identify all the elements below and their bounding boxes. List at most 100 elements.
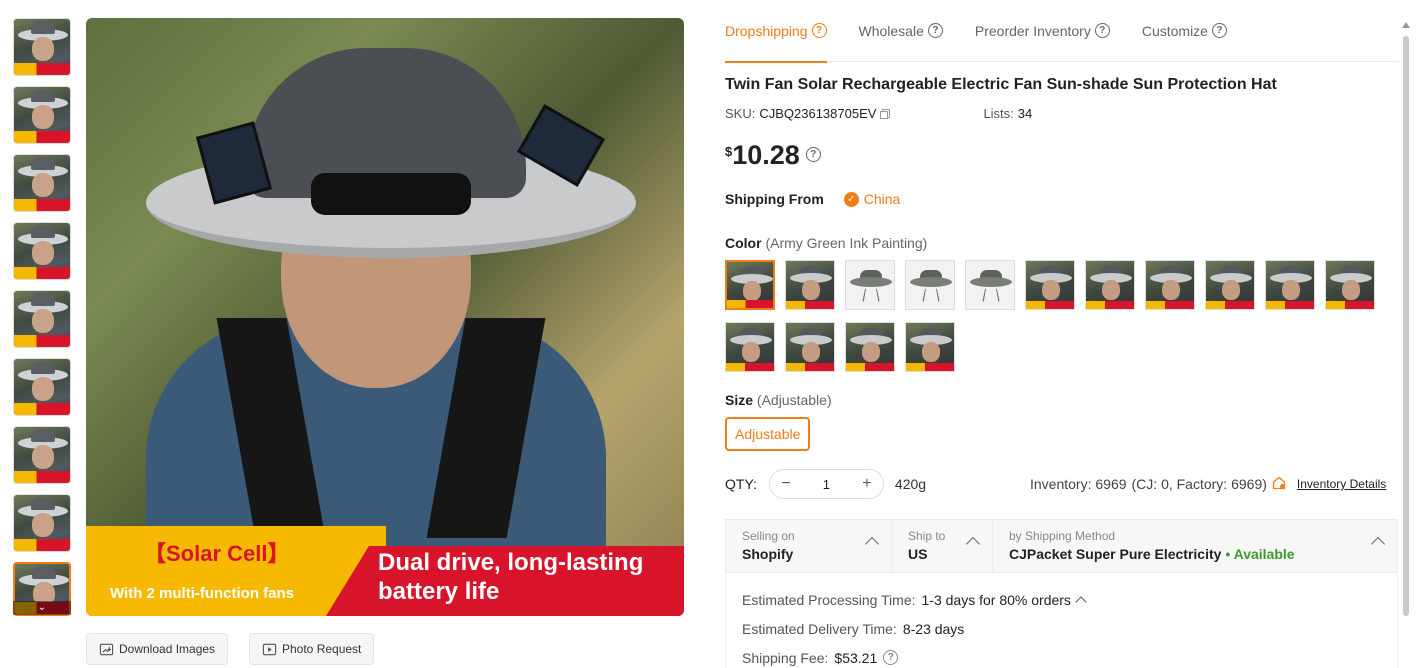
tab-customize[interactable]: Customize ?: [1142, 0, 1227, 62]
processing-time-row: Estimated Processing Time: 1-3 days for …: [742, 585, 1381, 614]
swatch-strip: [726, 363, 774, 371]
price-value: 10.28: [732, 140, 800, 170]
thumbnail-face: [32, 37, 54, 61]
swatch-cord: [862, 288, 880, 302]
size-selected: (Adjustable): [756, 392, 832, 408]
thumbnail[interactable]: [13, 222, 71, 280]
thumbnail-strip: [14, 539, 70, 551]
thumbnail-crown: [31, 498, 55, 510]
sku-value: CJBQ236138705EV: [759, 106, 877, 121]
thumbnail-crown: [31, 158, 55, 170]
price: $ 10.28 ?: [725, 140, 821, 171]
thumbnail[interactable]: [13, 154, 71, 212]
download-images-button[interactable]: Download Images: [86, 633, 229, 665]
color-swatch[interactable]: [965, 260, 1015, 310]
thumbnail-crown: [31, 90, 55, 102]
warehouse-icon: [1272, 476, 1286, 493]
image-sunglasses: [311, 173, 471, 215]
swatch-strip: [1146, 301, 1194, 309]
processing-time-label: Estimated Processing Time:: [742, 591, 916, 608]
thumbnail[interactable]: [13, 426, 71, 484]
color-swatch[interactable]: [785, 260, 835, 310]
color-swatch[interactable]: [905, 260, 955, 310]
inventory-details-link[interactable]: Inventory Details: [1297, 477, 1386, 491]
sku-row: SKU: CJBQ236138705EV Lists: 34: [725, 106, 1032, 121]
size-label: Size: [725, 392, 754, 408]
delivery-time-value: 8-23 days: [902, 620, 965, 637]
help-icon[interactable]: ?: [1094, 23, 1110, 38]
color-swatch[interactable]: [1205, 260, 1255, 310]
swatch-face: [742, 342, 760, 362]
shipping-country-option[interactable]: ✓ China: [843, 191, 900, 207]
help-icon[interactable]: ?: [927, 23, 943, 38]
color-swatch[interactable]: [725, 260, 775, 310]
thumbnail[interactable]: [13, 290, 71, 348]
scroll-up-arrow[interactable]: [1402, 22, 1410, 28]
color-row: Color (Army Green Ink Painting): [725, 235, 927, 251]
color-swatch[interactable]: [1085, 260, 1135, 310]
thumbnail-face: [32, 241, 54, 265]
size-option-adjustable[interactable]: Adjustable: [725, 417, 811, 451]
shipping-estimates: Estimated Processing Time: 1-3 days for …: [726, 573, 1397, 668]
tab-label: Customize: [1141, 22, 1208, 39]
swatch-hat: [910, 277, 952, 287]
thumbnail-strip: [14, 63, 70, 75]
chevron-down-icon[interactable]: ⌄: [13, 601, 71, 615]
color-swatch[interactable]: [1265, 260, 1315, 310]
shipping-from-row: Shipping From ✓ China: [725, 191, 900, 207]
delivery-time-row: Estimated Delivery Time: 8-23 days: [742, 614, 1381, 643]
color-swatch[interactable]: [905, 322, 955, 372]
increment-button[interactable]: +: [861, 475, 873, 493]
shipping-method-select[interactable]: by Shipping Method CJPacket Super Pure E…: [993, 520, 1397, 572]
thumbnail-crown: [32, 567, 56, 579]
help-icon[interactable]: ?: [1211, 23, 1227, 38]
color-swatch[interactable]: [785, 322, 835, 372]
color-swatch[interactable]: [1145, 260, 1195, 310]
color-swatch[interactable]: [845, 260, 895, 310]
help-icon[interactable]: ?: [883, 650, 899, 665]
thumbnail-strip: [14, 403, 70, 415]
copy-icon[interactable]: [879, 106, 891, 121]
swatch-face: [802, 342, 820, 362]
thumbnail[interactable]: [13, 358, 71, 416]
lists-label: Lists:: [983, 106, 1014, 121]
swatch-face: [922, 342, 940, 362]
color-swatch[interactable]: [725, 322, 775, 372]
price-currency: $: [725, 144, 733, 159]
tab-wholesale[interactable]: Wholesale ?: [859, 0, 943, 62]
quantity-input[interactable]: 1: [823, 477, 830, 492]
swatch-strip: [1266, 301, 1314, 309]
thumbnail[interactable]: [13, 18, 71, 76]
photo-request-button[interactable]: Photo Request: [249, 633, 375, 665]
thumbnail-strip: [14, 131, 70, 143]
help-icon[interactable]: ?: [805, 147, 821, 162]
swatch-face: [1342, 280, 1360, 300]
help-icon[interactable]: ?: [811, 23, 827, 38]
chevron-up-icon[interactable]: [1075, 595, 1087, 608]
banner-title: 【Solar Cell】: [144, 541, 290, 566]
swatch-strip: [727, 300, 773, 308]
color-swatches: [725, 260, 1385, 372]
swatch-face: [1222, 280, 1240, 300]
ship-to-select[interactable]: Ship to US: [892, 520, 993, 572]
color-swatch[interactable]: [1025, 260, 1075, 310]
inventory-info: Inventory: 6969 (CJ: 0, Factory: 6969) I…: [1030, 476, 1386, 493]
thumbnail-crown: [31, 430, 55, 442]
thumbnail-face: [32, 105, 54, 129]
thumbnail-strip: [14, 335, 70, 347]
thumbnail[interactable]: [13, 494, 71, 552]
scrollbar[interactable]: [1403, 36, 1409, 616]
tab-dropshipping[interactable]: Dropshipping ?: [725, 0, 827, 63]
selling-on-label: Selling on: [742, 529, 795, 543]
color-swatch[interactable]: [845, 322, 895, 372]
selling-on-select[interactable]: Selling on Shopify: [726, 520, 892, 572]
inventory-breakdown: (CJ: 0, Factory: 6969): [1131, 476, 1267, 492]
swatch-strip: [786, 363, 834, 371]
decrement-button[interactable]: −: [780, 475, 792, 493]
download-image-icon: [99, 643, 114, 655]
swatch-face: [743, 281, 761, 301]
tab-preorder-inventory[interactable]: Preorder Inventory ?: [975, 0, 1110, 62]
thumbnail[interactable]: [13, 86, 71, 144]
color-swatch[interactable]: [1325, 260, 1375, 310]
swatch-strip: [846, 363, 894, 371]
